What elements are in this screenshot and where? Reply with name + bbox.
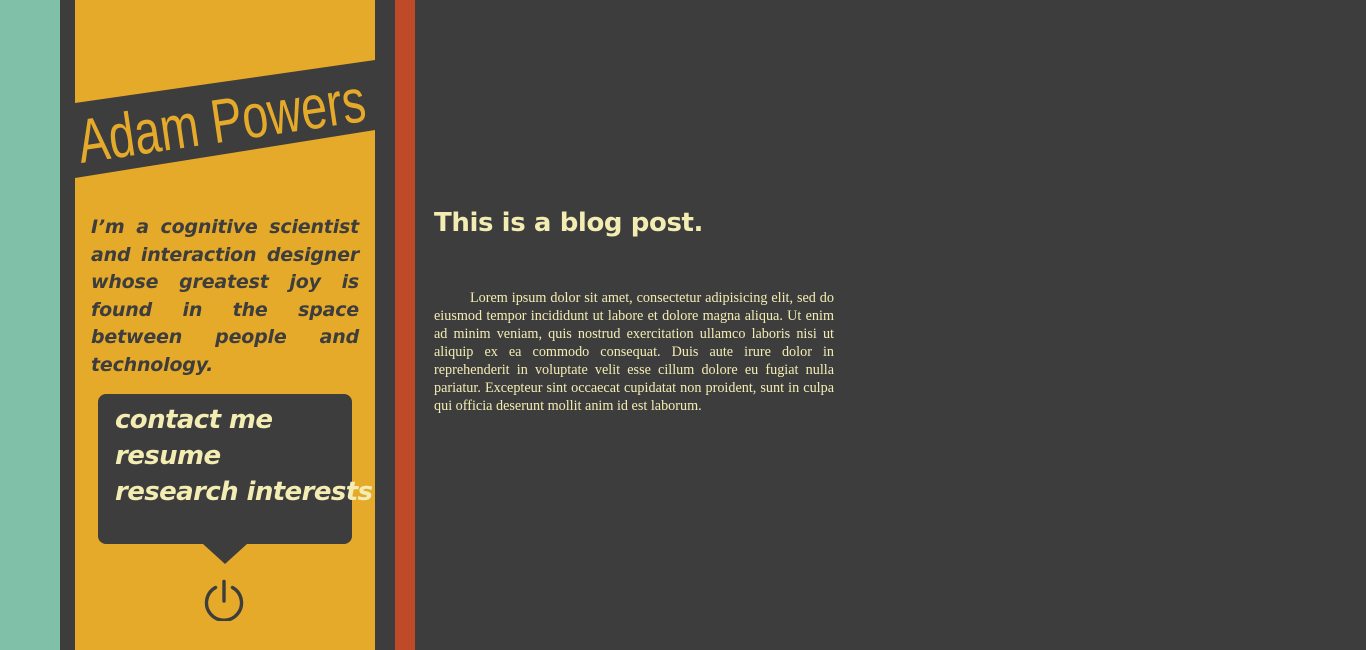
nav-menu: contact me resume research interests xyxy=(98,394,373,544)
post-title: This is a blog post. xyxy=(434,208,704,238)
post-body: Lorem ipsum dolor sit amet, consectetur … xyxy=(434,290,834,414)
page: Adam Powers I’m a cognitive scientist an… xyxy=(0,0,1366,650)
nav-link-resume[interactable]: resume xyxy=(115,438,372,474)
menu-pointer xyxy=(203,544,247,564)
red-stripe xyxy=(395,0,415,650)
power-icon[interactable] xyxy=(203,579,245,621)
sidebar: Adam Powers I’m a cognitive scientist an… xyxy=(75,0,375,650)
dark-divider xyxy=(60,0,75,650)
teal-stripe xyxy=(0,0,60,650)
name-banner: Adam Powers xyxy=(75,60,375,178)
bio-text: I’m a cognitive scientist and interactio… xyxy=(91,216,359,376)
nav-link-research-interests[interactable]: research interests xyxy=(115,474,373,510)
nav-link-contact-me[interactable]: contact me xyxy=(115,402,372,438)
